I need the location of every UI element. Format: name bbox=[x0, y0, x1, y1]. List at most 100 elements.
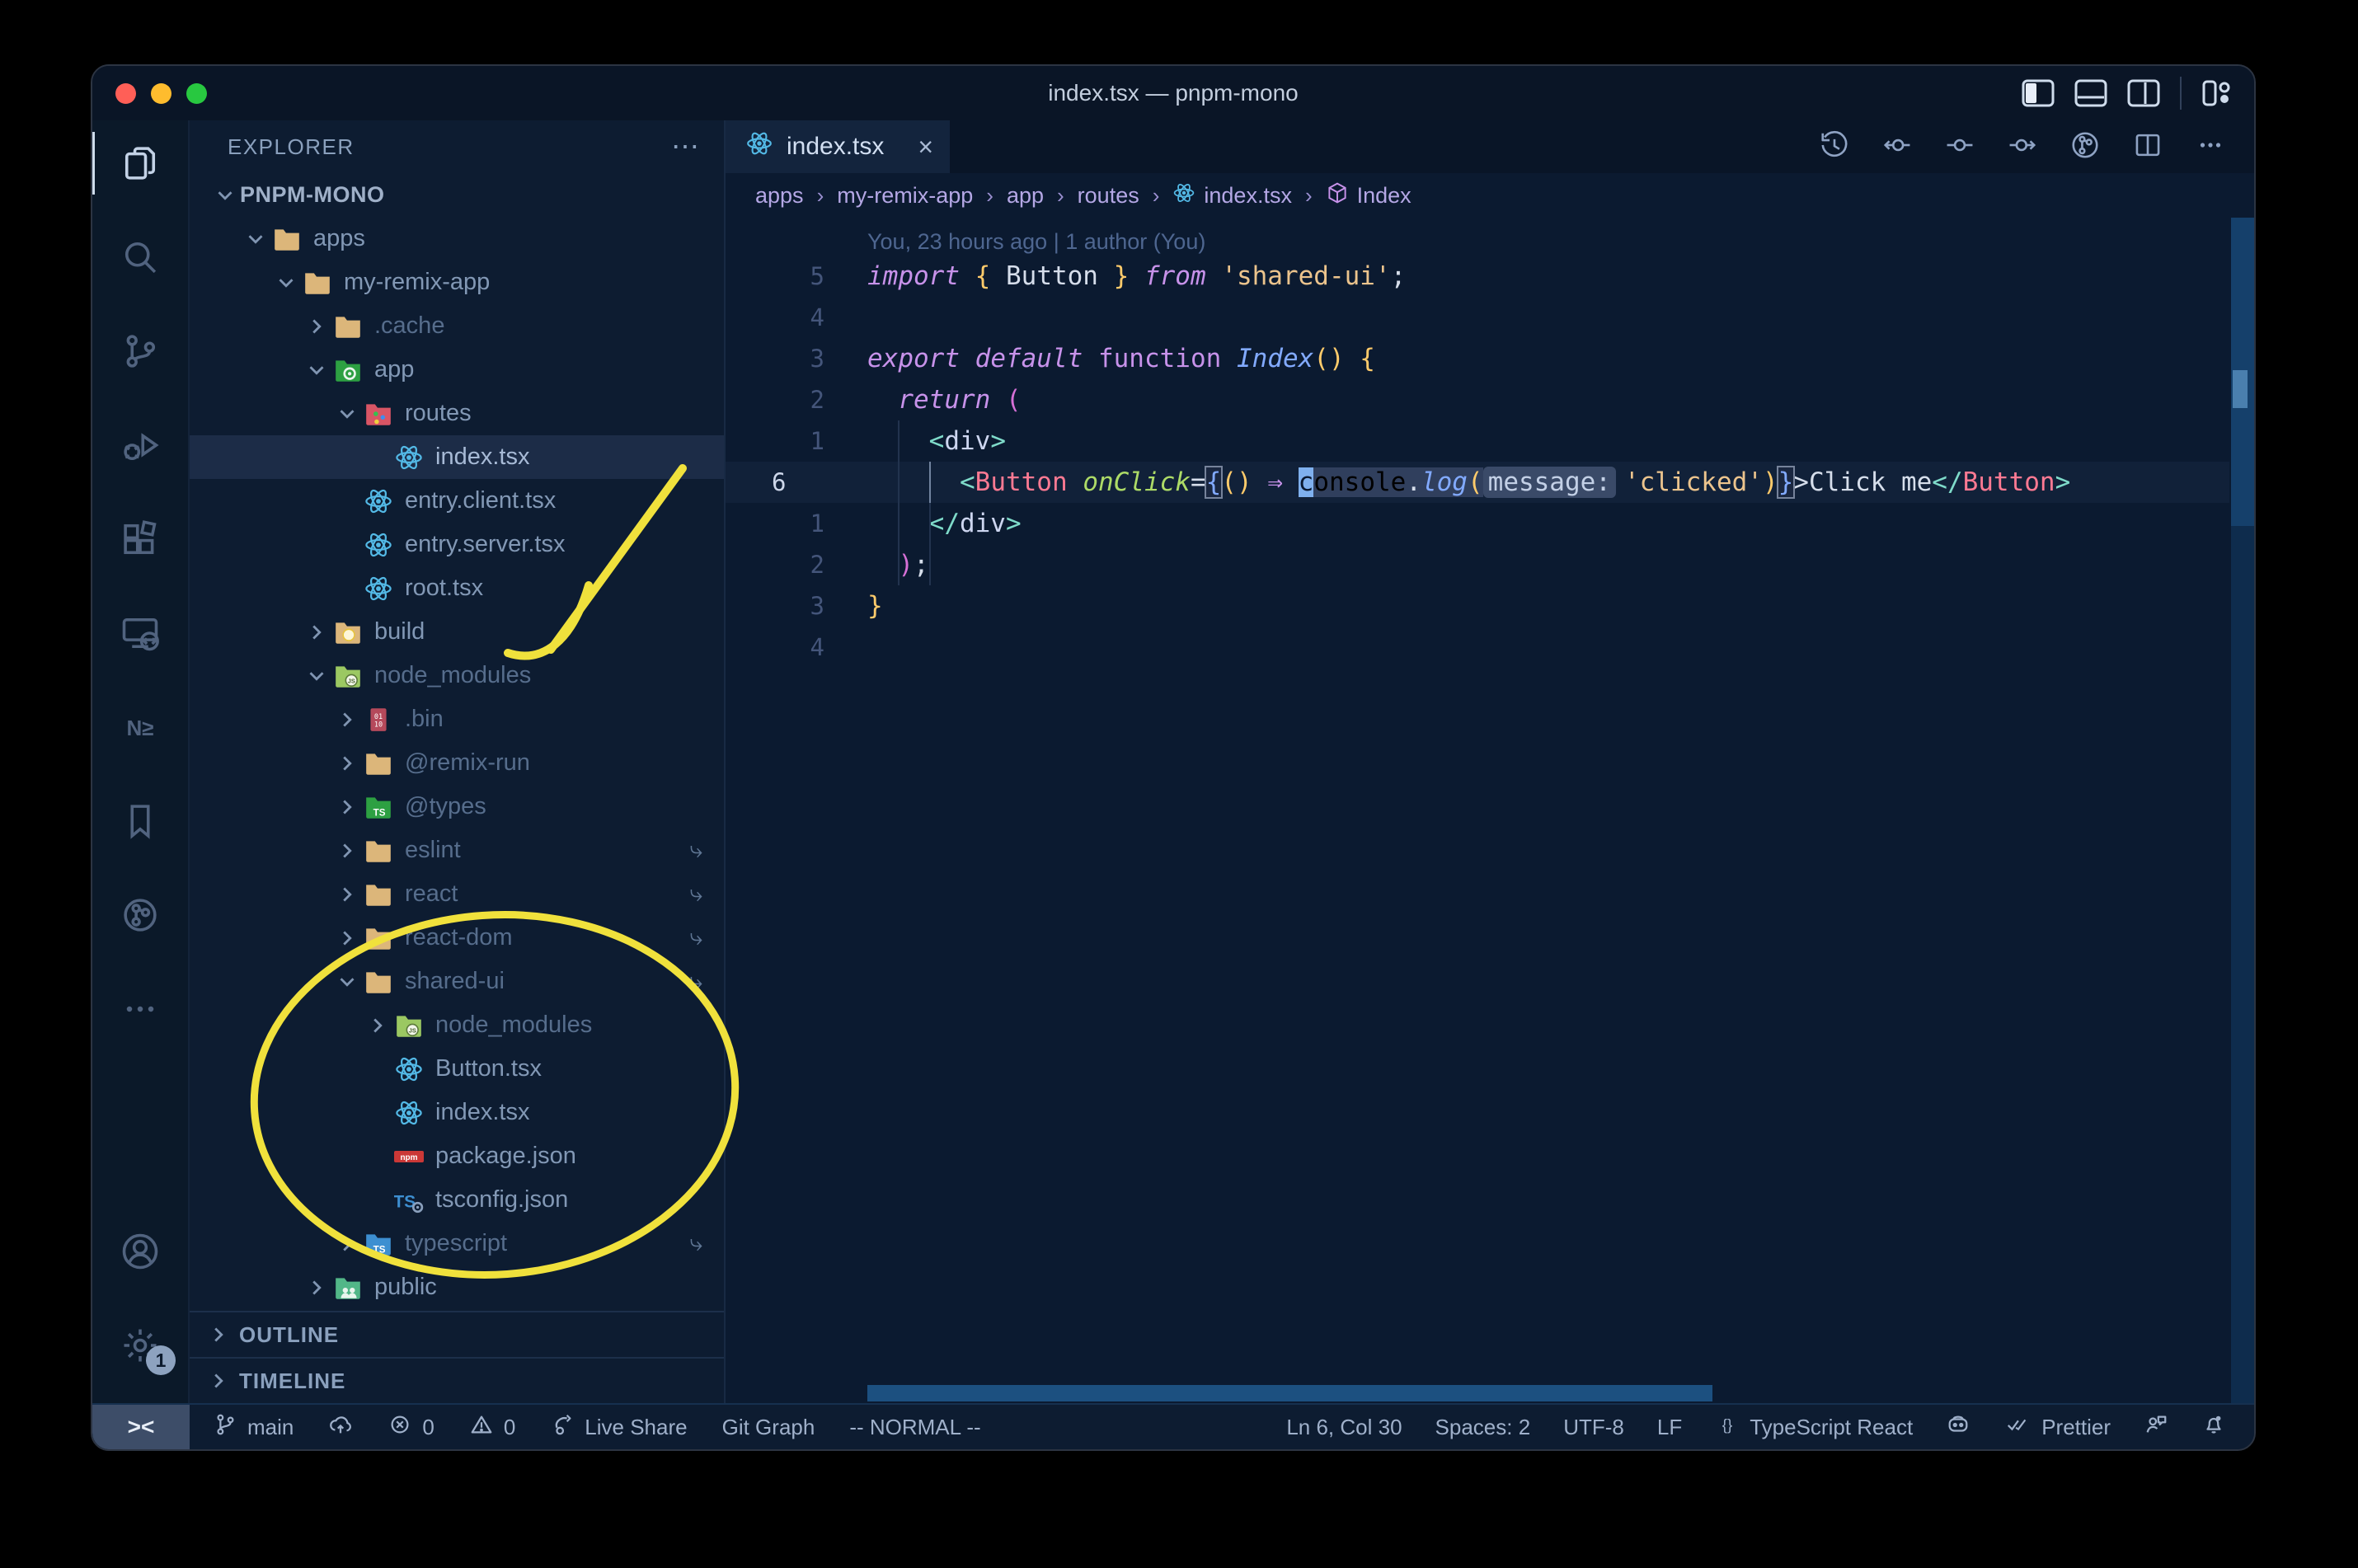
activity-explorer-icon[interactable] bbox=[92, 127, 189, 200]
activity-extensions-icon[interactable] bbox=[92, 503, 189, 575]
status-bar-right: Ln 6, Col 30 Spaces: 2 UTF-8 LF {} TypeScript… bbox=[1286, 1412, 2226, 1443]
tree-item-my-remix-app[interactable]: my-remix-app bbox=[190, 261, 724, 304]
status-git-branch[interactable]: main bbox=[213, 1412, 294, 1443]
activity-accounts-icon[interactable] bbox=[92, 1215, 189, 1288]
tree-item-tsconfig-json[interactable]: TS tsconfig.json bbox=[190, 1178, 724, 1222]
react-icon bbox=[362, 530, 395, 560]
chevron-down-icon bbox=[331, 401, 362, 426]
toggle-secondary-sidebar-icon[interactable] bbox=[2127, 79, 2160, 107]
tree-item-react-dom[interactable]: react-dom ⤷ bbox=[190, 916, 724, 960]
outline-section[interactable]: OUTLINE bbox=[190, 1311, 724, 1357]
tree-item--bin[interactable]: 01 10 .bin bbox=[190, 697, 724, 741]
status-git-graph[interactable]: Git Graph bbox=[722, 1415, 815, 1440]
activity-settings-icon[interactable]: 1 bbox=[92, 1309, 189, 1382]
tree-item-routes[interactable]: routes bbox=[190, 392, 724, 435]
tree-item-shared-ui[interactable]: shared-ui ⤷ bbox=[190, 960, 724, 1003]
commit-icon[interactable] bbox=[1944, 129, 1975, 165]
breadcrumb-item-index[interactable]: Index bbox=[1326, 181, 1412, 210]
tree-item--types[interactable]: TS @types bbox=[190, 785, 724, 829]
vertical-scrollbar[interactable] bbox=[2231, 218, 2254, 1403]
tree-item-entry-server-tsx[interactable]: entry.server.tsx bbox=[190, 523, 724, 566]
activity-more-icon[interactable] bbox=[92, 973, 189, 1045]
status-cursor-position[interactable]: Ln 6, Col 30 bbox=[1286, 1415, 1402, 1440]
activity-nx-console-icon[interactable]: N≥ bbox=[92, 691, 189, 763]
chevron-right-icon bbox=[301, 314, 331, 339]
status-errors[interactable]: 0 bbox=[388, 1412, 434, 1443]
line-number: 1 bbox=[810, 509, 824, 538]
tree-item--remix-run[interactable]: @remix-run bbox=[190, 741, 724, 785]
status-prettier[interactable]: Prettier bbox=[2003, 1412, 2111, 1443]
tree-item-typescript[interactable]: TS typescript ⤷ bbox=[190, 1222, 724, 1265]
gitlens-graph-icon[interactable] bbox=[2069, 129, 2101, 165]
history-icon[interactable] bbox=[1819, 129, 1850, 165]
tree-item-entry-client-tsx[interactable]: entry.client.tsx bbox=[190, 479, 724, 523]
customize-layout-icon[interactable] bbox=[2201, 78, 2233, 108]
line-number: 3 bbox=[810, 592, 824, 620]
tree-item--cache[interactable]: .cache bbox=[190, 304, 724, 348]
remote-indicator[interactable]: >< bbox=[92, 1405, 190, 1449]
settings-badge: 1 bbox=[146, 1345, 176, 1375]
activity-bar: N≥ 1 bbox=[92, 120, 190, 1403]
commit-forward-icon[interactable] bbox=[2007, 129, 2038, 165]
timeline-section[interactable]: TIMELINE bbox=[190, 1357, 724, 1403]
activity-run-debug-icon[interactable] bbox=[92, 409, 189, 481]
code-editor[interactable]: You, 23 hours ago | 1 author (You) 5 impo… bbox=[726, 218, 2254, 1403]
split-editor-icon[interactable] bbox=[2132, 129, 2163, 165]
folder-tan-icon bbox=[362, 749, 395, 777]
folder-tan-icon bbox=[362, 968, 395, 996]
status-warnings[interactable]: 0 bbox=[469, 1412, 515, 1443]
status-copilot[interactable] bbox=[1946, 1412, 1970, 1443]
tree-item-react[interactable]: react ⤷ bbox=[190, 872, 724, 916]
folder-app-icon bbox=[331, 356, 364, 384]
tree-item-public[interactable]: public bbox=[190, 1265, 724, 1309]
activity-gitlens-icon[interactable] bbox=[92, 879, 189, 951]
close-tab-icon[interactable]: × bbox=[918, 132, 933, 162]
tree-item-apps[interactable]: apps bbox=[190, 217, 724, 261]
activity-search-icon[interactable] bbox=[92, 221, 189, 293]
tree-item-package-json[interactable]: npm package.json bbox=[190, 1134, 724, 1178]
breadcrumb-item-index-tsx[interactable]: index.tsx bbox=[1172, 181, 1292, 210]
more-actions-icon[interactable] bbox=[2195, 129, 2226, 165]
breadcrumb-item-app[interactable]: app bbox=[1007, 183, 1044, 209]
activity-bookmarks-icon[interactable] bbox=[92, 785, 189, 857]
double-check-icon bbox=[2003, 1412, 2032, 1443]
breadcrumb-item-my-remix-app[interactable]: my-remix-app bbox=[837, 183, 973, 209]
tree-item-root-tsx[interactable]: root.tsx bbox=[190, 566, 724, 610]
breadcrumb-item-apps[interactable]: apps bbox=[755, 183, 804, 209]
toggle-sidebar-icon[interactable] bbox=[2022, 79, 2055, 107]
code-line: 2 return ( bbox=[726, 379, 2229, 420]
status-eol[interactable]: LF bbox=[1657, 1415, 1682, 1440]
indent-guide bbox=[898, 420, 900, 585]
tree-item-button-tsx[interactable]: Button.tsx bbox=[190, 1047, 724, 1091]
status-language-mode[interactable]: {} TypeScript React bbox=[1715, 1412, 1913, 1443]
toggle-panel-icon[interactable] bbox=[2074, 79, 2107, 107]
tab-index-tsx[interactable]: index.tsx × bbox=[726, 120, 950, 173]
tree-item-node-modules[interactable]: JS node_modules bbox=[190, 1003, 724, 1047]
folder-routes-icon bbox=[362, 400, 395, 428]
tree-item-app[interactable]: app bbox=[190, 348, 724, 392]
status-encoding[interactable]: UTF-8 bbox=[1563, 1415, 1624, 1440]
activity-source-control-icon[interactable] bbox=[92, 315, 189, 387]
folder-tan-icon bbox=[331, 312, 364, 340]
horizontal-scrollbar[interactable] bbox=[867, 1385, 1712, 1401]
code-line: 3 export default function Index() { bbox=[726, 338, 2229, 379]
chevron-down-icon bbox=[209, 183, 240, 208]
status-feedback[interactable] bbox=[2144, 1412, 2168, 1443]
commit-back-icon[interactable] bbox=[1881, 129, 1913, 165]
status-vim-mode[interactable]: -- NORMAL -- bbox=[849, 1415, 980, 1440]
tree-root-folder[interactable]: PNPM-MONO bbox=[190, 173, 724, 217]
activity-remote-explorer-icon[interactable] bbox=[92, 597, 189, 669]
status-publish[interactable] bbox=[328, 1412, 353, 1443]
tree-item-index-tsx[interactable]: index.tsx bbox=[190, 1091, 724, 1134]
tree-item-node-modules[interactable]: JS node_modules bbox=[190, 654, 724, 697]
status-notifications[interactable] bbox=[2201, 1412, 2226, 1443]
react-icon bbox=[362, 486, 395, 516]
line-number: 4 bbox=[810, 633, 824, 661]
status-indentation[interactable]: Spaces: 2 bbox=[1435, 1415, 1531, 1440]
explorer-more-actions-icon[interactable]: ⋯ bbox=[671, 130, 701, 163]
breadcrumb-item-routes[interactable]: routes bbox=[1078, 183, 1139, 209]
tree-item-index-tsx[interactable]: index.tsx bbox=[190, 435, 724, 479]
tree-item-build[interactable]: build bbox=[190, 610, 724, 654]
tree-item-eslint[interactable]: eslint ⤷ bbox=[190, 829, 724, 872]
status-live-share[interactable]: Live Share bbox=[550, 1412, 688, 1443]
